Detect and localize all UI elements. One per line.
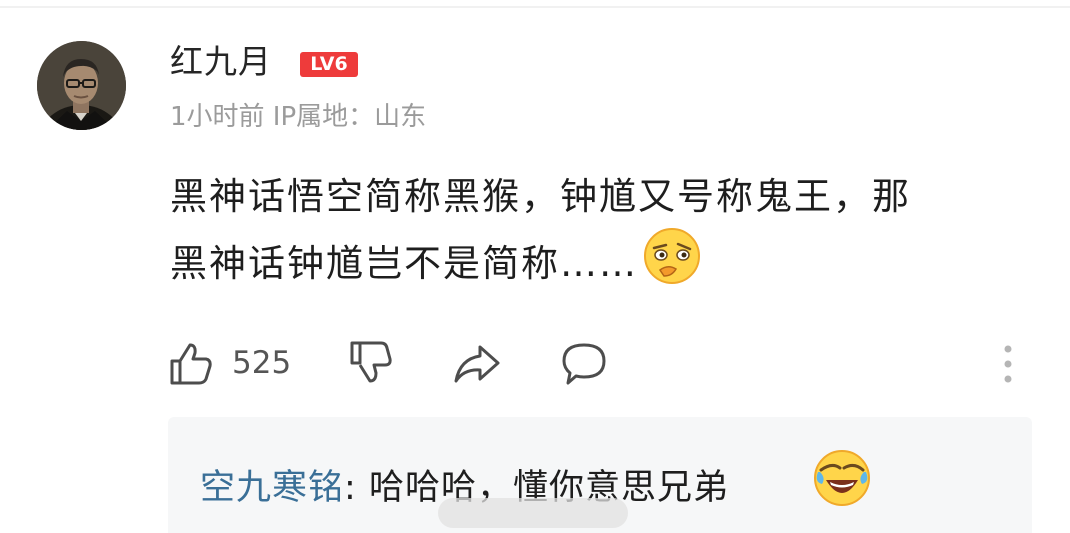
more-vertical-icon	[1004, 345, 1012, 383]
comment-content-line-2-text: 黑神话钟馗岂不是简称……	[170, 242, 638, 285]
reply-author[interactable]: 空九寒铭	[200, 468, 344, 508]
laughing-crying-emoji-icon	[812, 448, 872, 508]
watermark	[438, 498, 628, 528]
avatar[interactable]	[37, 41, 126, 130]
comment-page: 红九月 LV6 1小时前 IP属地：山东 黑神话悟空简称黑猴，钟馗又号称鬼王，那…	[0, 0, 1070, 533]
more-options-button[interactable]	[998, 340, 1018, 390]
share-icon	[454, 345, 500, 383]
comment-bubble-icon	[562, 343, 606, 385]
share-button[interactable]	[452, 338, 502, 388]
avatar-portrait-icon	[37, 41, 126, 130]
thumbs-down-icon	[350, 341, 392, 383]
like-count: 525	[232, 345, 292, 381]
comment-content-line-1: 黑神话悟空简称黑猴，钟馗又号称鬼王，那	[170, 175, 911, 218]
dislike-button[interactable]	[348, 338, 394, 388]
username[interactable]: 红九月	[170, 40, 272, 84]
comment-content-line-2: 黑神话钟馗岂不是简称……	[170, 226, 1050, 293]
reply-separator: :	[344, 468, 369, 508]
comment-button[interactable]	[560, 338, 608, 388]
divider	[0, 6, 1070, 8]
smirk-emoji-icon	[642, 226, 702, 286]
thumbs-up-icon	[170, 343, 212, 385]
like-button[interactable]	[168, 338, 214, 388]
comment-content: 黑神话悟空简称黑猴，钟馗又号称鬼王，那 黑神话钟馗岂不是简称……	[170, 167, 1050, 293]
level-badge: LV6	[300, 52, 358, 77]
comment-meta: 1小时前 IP属地：山东	[170, 102, 427, 132]
